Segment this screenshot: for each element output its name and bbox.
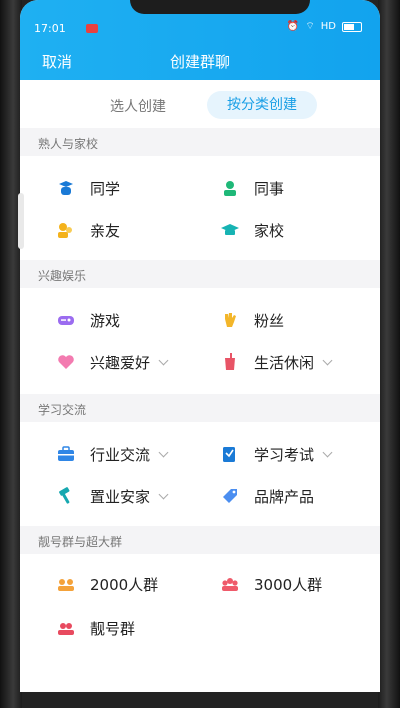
category-label: 粉丝 (254, 311, 285, 330)
category-label: 亲友 (90, 221, 121, 240)
status-time: 17:01 (34, 22, 66, 35)
vip-group-icon (58, 623, 74, 635)
group-3000-icon (222, 578, 238, 591)
category-label: 兴趣爱好 (90, 353, 151, 372)
category-leisure[interactable]: 生活休闲 (220, 350, 333, 374)
exam-icon (223, 447, 235, 462)
chevron-down-icon (158, 447, 169, 457)
create-mode-tabs: 选人创建 按分类创建 (20, 80, 380, 128)
category-label: 游戏 (90, 311, 121, 330)
section-title: 靓号群与超大群 (38, 535, 123, 549)
signal-label: HD (320, 21, 336, 32)
category-fans[interactable]: 粉丝 (220, 308, 284, 332)
hammer-icon (59, 487, 70, 504)
section-learning: 行业交流 学习考试 置业安家 品牌产品 (20, 422, 380, 526)
category-label: 行业交流 (90, 445, 151, 464)
group-2000-icon (58, 579, 74, 591)
category-housing[interactable]: 置业安家 (56, 484, 169, 508)
section-special-groups: 2000人群 3000人群 靓号群 (20, 554, 380, 692)
category-label: 同事 (254, 179, 285, 198)
category-label: 学习考试 (254, 445, 315, 464)
category-industry[interactable]: 行业交流 (56, 442, 169, 466)
category-vip-group[interactable]: 靓号群 (56, 616, 135, 640)
category-games[interactable]: 游戏 (56, 308, 120, 332)
student-icon (59, 181, 73, 195)
category-label: 同学 (90, 179, 121, 198)
section-title: 兴趣娱乐 (38, 269, 87, 283)
category-label: 家校 (254, 221, 285, 240)
drink-icon (225, 353, 235, 370)
tag-icon (223, 489, 237, 503)
category-label: 2000人群 (90, 575, 159, 594)
wifi-icon: ⌔ (305, 21, 315, 32)
category-hobbies[interactable]: 兴趣爱好 (56, 350, 169, 374)
coworker-icon (224, 181, 236, 196)
gamepad-icon (58, 316, 74, 325)
section-header-learning: 学习交流 (20, 394, 380, 422)
phone-edge-left (0, 0, 22, 708)
category-3000-group[interactable]: 3000人群 (220, 572, 322, 596)
screen: 17:01 ⏰ ⌔ HD 取消 创建群聊 选人创建 按分类创建 熟人与家校 同学 (20, 0, 380, 692)
chevron-down-icon (322, 355, 333, 365)
category-2000-group[interactable]: 2000人群 (56, 572, 158, 596)
category-label: 靓号群 (90, 619, 136, 638)
section-title: 熟人与家校 (38, 137, 99, 151)
phone-edge-right (378, 0, 400, 708)
chevron-down-icon (158, 489, 169, 499)
category-exams[interactable]: 学习考试 (220, 442, 333, 466)
category-label: 置业安家 (90, 487, 151, 506)
chevron-down-icon (322, 447, 333, 457)
notch (130, 0, 310, 14)
section-title: 学习交流 (38, 403, 87, 417)
page-title: 创建群聊 (169, 53, 230, 71)
section-header-special-groups: 靓号群与超大群 (20, 526, 380, 554)
category-label: 生活休闲 (254, 353, 315, 372)
category-label: 品牌产品 (254, 487, 315, 506)
side-button (18, 193, 24, 249)
briefcase-icon (58, 446, 74, 461)
fan-hand-icon (225, 313, 236, 327)
chevron-down-icon (158, 355, 169, 365)
family-icon (58, 223, 72, 238)
notification-icon (86, 24, 98, 33)
section-header-acquaintances: 熟人与家校 (20, 128, 380, 156)
category-coworkers[interactable]: 同事 (220, 176, 284, 200)
tab-select-people[interactable]: 选人创建 (110, 96, 166, 116)
school-icon (221, 224, 239, 235)
category-classmates[interactable]: 同学 (56, 176, 120, 200)
phone-frame: 17:01 ⏰ ⌔ HD 取消 创建群聊 选人创建 按分类创建 熟人与家校 同学 (0, 0, 400, 708)
battery-icon (342, 21, 362, 32)
section-acquaintances: 同学 同事 亲友 家校 (20, 156, 380, 260)
tab-by-category[interactable]: 按分类创建 (207, 91, 317, 119)
category-brands[interactable]: 品牌产品 (220, 484, 314, 508)
category-label: 3000人群 (254, 575, 323, 594)
section-entertainment: 游戏 粉丝 兴趣爱好 生活休闲 (20, 288, 380, 394)
heart-icon (58, 355, 74, 369)
alarm-icon: ⏰ (286, 21, 300, 32)
status-icons: ⏰ ⌔ HD (287, 20, 362, 33)
category-school[interactable]: 家校 (220, 218, 284, 242)
section-header-entertainment: 兴趣娱乐 (20, 260, 380, 288)
category-family[interactable]: 亲友 (56, 218, 120, 242)
